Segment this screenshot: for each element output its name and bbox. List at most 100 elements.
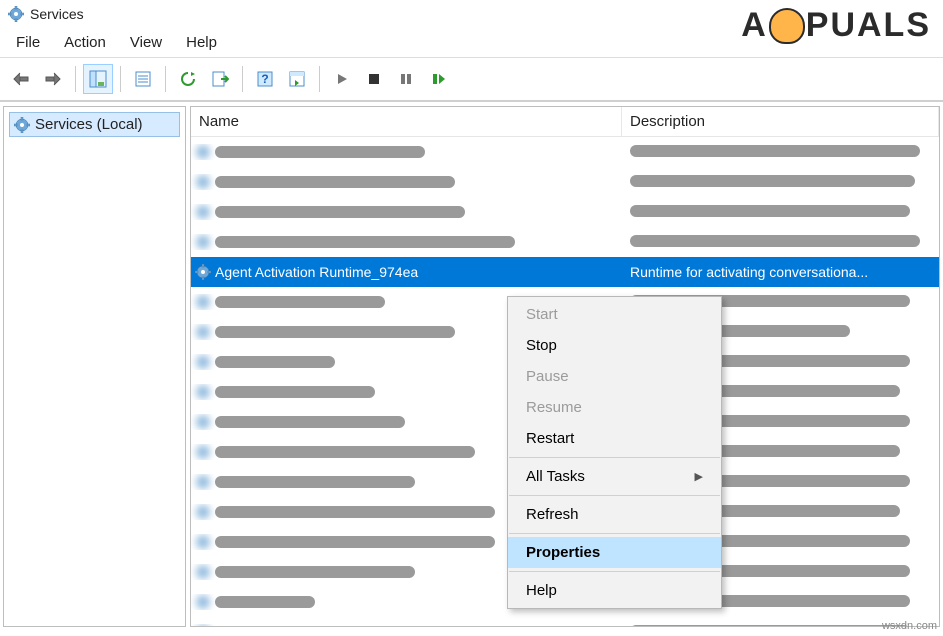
list-item-blurred <box>215 206 465 218</box>
ctx-restart[interactable]: Restart <box>508 423 721 454</box>
toolbar-separator <box>319 66 320 92</box>
menu-file[interactable]: File <box>6 30 50 55</box>
window-title: Services <box>30 6 84 22</box>
content-area: Services (Local) Name Description Agent … <box>0 102 943 630</box>
gear-icon <box>195 594 211 610</box>
list-row[interactable] <box>191 197 939 227</box>
list-item-blurred <box>215 626 515 627</box>
help-button[interactable]: ? <box>250 64 280 94</box>
watermark-post: PUALS <box>806 6 931 45</box>
list-item-blurred <box>215 176 455 188</box>
ctx-stop[interactable]: Stop <box>508 330 721 361</box>
toolbar-separator <box>242 66 243 92</box>
ctx-all-tasks[interactable]: All Tasks ▶ <box>508 461 721 492</box>
nav-services-local[interactable]: Services (Local) <box>9 112 180 137</box>
list-item-blurred <box>215 296 385 308</box>
service-name: Agent Activation Runtime_974ea <box>215 264 418 280</box>
menu-action[interactable]: Action <box>54 30 116 55</box>
list-row[interactable] <box>191 227 939 257</box>
restart-service-button[interactable] <box>423 64 453 94</box>
column-header-name[interactable]: Name <box>191 107 622 136</box>
start-service-button[interactable] <box>327 64 357 94</box>
list-header: Name Description <box>191 107 939 137</box>
list-item-blurred <box>215 386 375 398</box>
list-item-blurred <box>215 536 495 548</box>
list-row-selected[interactable]: Agent Activation Runtime_974ea Runtime f… <box>191 257 939 287</box>
list-item-blurred <box>630 145 920 157</box>
list-item-blurred <box>215 356 335 368</box>
stop-service-button[interactable] <box>359 64 389 94</box>
gear-icon <box>14 117 30 133</box>
column-header-description[interactable]: Description <box>622 107 939 136</box>
list-item-blurred <box>215 566 415 578</box>
list-item-blurred <box>215 506 495 518</box>
forward-button[interactable] <box>38 64 68 94</box>
list-item-blurred <box>215 596 315 608</box>
gear-icon <box>195 564 211 580</box>
list-row[interactable] <box>191 617 939 627</box>
gear-icon <box>195 354 211 370</box>
gear-icon <box>195 444 211 460</box>
submenu-arrow-icon: ▶ <box>695 470 703 483</box>
gear-icon <box>195 264 211 280</box>
services-app-icon <box>8 6 24 22</box>
watermark-face-icon <box>769 8 805 44</box>
list-item-blurred <box>215 476 415 488</box>
list-item-blurred <box>630 625 910 627</box>
list-item-blurred <box>215 236 515 248</box>
list-item-blurred <box>215 446 475 458</box>
ctx-separator <box>509 457 720 458</box>
ctx-help[interactable]: Help <box>508 575 721 606</box>
show-hide-tree-button[interactable] <box>83 64 113 94</box>
gear-icon <box>195 534 211 550</box>
list-item-blurred <box>630 205 910 217</box>
gear-icon <box>195 294 211 310</box>
list-item-blurred <box>630 175 915 187</box>
ctx-separator <box>509 495 720 496</box>
menu-view[interactable]: View <box>120 30 172 55</box>
list-item-blurred <box>215 326 455 338</box>
gear-icon <box>195 384 211 400</box>
watermark-logo: A PUALS <box>741 6 931 45</box>
back-button[interactable] <box>6 64 36 94</box>
list-item-blurred <box>215 416 405 428</box>
toolbar: ? <box>0 58 943 102</box>
toolbar-separator <box>165 66 166 92</box>
gear-icon <box>195 144 211 160</box>
gear-icon <box>195 234 211 250</box>
show-hide-action-pane-button[interactable] <box>282 64 312 94</box>
gear-icon <box>195 624 211 627</box>
gear-icon <box>195 474 211 490</box>
service-description: Runtime for activating conversationa... <box>630 264 868 280</box>
site-note: wsxdn.com <box>882 620 937 632</box>
ctx-refresh[interactable]: Refresh <box>508 499 721 530</box>
list-row[interactable] <box>191 167 939 197</box>
context-menu: Start Stop Pause Resume Restart All Task… <box>507 296 722 609</box>
ctx-separator <box>509 571 720 572</box>
ctx-pause[interactable]: Pause <box>508 361 721 392</box>
ctx-separator <box>509 533 720 534</box>
gear-icon <box>195 174 211 190</box>
gear-icon <box>195 324 211 340</box>
gear-icon <box>195 414 211 430</box>
ctx-properties[interactable]: Properties <box>508 537 721 568</box>
list-row[interactable] <box>191 137 939 167</box>
watermark-pre: A <box>741 6 768 45</box>
nav-label: Services (Local) <box>35 116 143 133</box>
ctx-start[interactable]: Start <box>508 299 721 330</box>
pause-service-button[interactable] <box>391 64 421 94</box>
list-item-blurred <box>630 235 920 247</box>
ctx-resume[interactable]: Resume <box>508 392 721 423</box>
navigation-pane: Services (Local) <box>3 106 186 627</box>
properties-toolbar-button[interactable] <box>128 64 158 94</box>
gear-icon <box>195 204 211 220</box>
refresh-button[interactable] <box>173 64 203 94</box>
toolbar-separator <box>75 66 76 92</box>
toolbar-separator <box>120 66 121 92</box>
ctx-properties-label: Properties <box>526 544 600 561</box>
menu-help[interactable]: Help <box>176 30 227 55</box>
export-list-button[interactable] <box>205 64 235 94</box>
list-item-blurred <box>215 146 425 158</box>
gear-icon <box>195 504 211 520</box>
ctx-all-tasks-label: All Tasks <box>526 468 585 485</box>
